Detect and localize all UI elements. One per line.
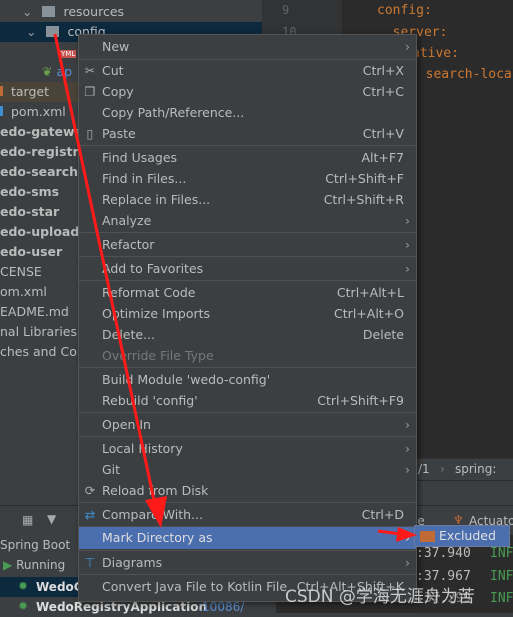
red-arrowhead: [145, 496, 167, 528]
watermark: CSDN @学海无涯舟为苦: [285, 587, 475, 607]
red-arrow-line: [53, 33, 157, 506]
red-arrowhead: [396, 527, 417, 542]
red-arrow-line: [377, 529, 401, 536]
annotation-arrows: [53, 33, 417, 542]
